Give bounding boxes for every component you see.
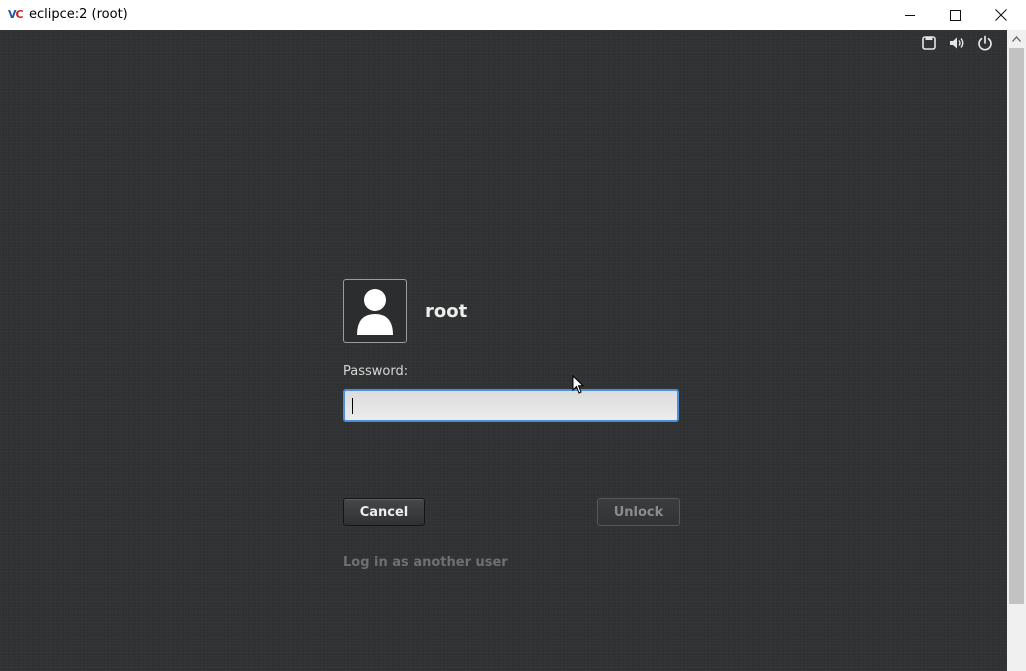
- text-caret: [352, 398, 353, 414]
- cancel-button[interactable]: Cancel: [343, 498, 425, 526]
- vertical-scrollbar[interactable]: [1007, 30, 1026, 671]
- app-icon: VC: [8, 8, 24, 21]
- scroll-up-button[interactable]: [1007, 30, 1026, 47]
- remote-desktop: root Password: Cancel Unlock Log in as a…: [0, 30, 1007, 671]
- maximize-icon: [949, 9, 961, 21]
- title-bar: VC eclipce:2 (root): [0, 0, 1026, 30]
- close-icon: [995, 9, 1007, 21]
- minimize-icon: [904, 14, 915, 16]
- close-button[interactable]: [978, 0, 1024, 30]
- username: root: [425, 301, 468, 322]
- mouse-pointer-icon: [572, 375, 584, 394]
- login-other-user-link[interactable]: Log in as another user: [343, 555, 508, 571]
- password-field[interactable]: [343, 389, 679, 422]
- maximize-button[interactable]: [932, 0, 978, 30]
- password-label: Password:: [343, 364, 409, 379]
- user-icon: [357, 289, 393, 335]
- unlock-button[interactable]: Unlock: [597, 498, 680, 526]
- password-input[interactable]: [345, 391, 677, 420]
- window-title: eclipce:2 (root): [29, 7, 128, 22]
- volume-icon[interactable]: [948, 34, 966, 52]
- power-icon[interactable]: [976, 34, 994, 52]
- chevron-up-icon: [1012, 35, 1021, 42]
- user-avatar: [343, 279, 407, 343]
- scroll-thumb[interactable]: [1009, 48, 1024, 604]
- viewer-window: VC eclipce:2 (root) root Password: Cance…: [0, 0, 1026, 671]
- minimize-button[interactable]: [887, 0, 933, 30]
- system-tray: [920, 34, 994, 52]
- screen-icon[interactable]: [920, 34, 938, 52]
